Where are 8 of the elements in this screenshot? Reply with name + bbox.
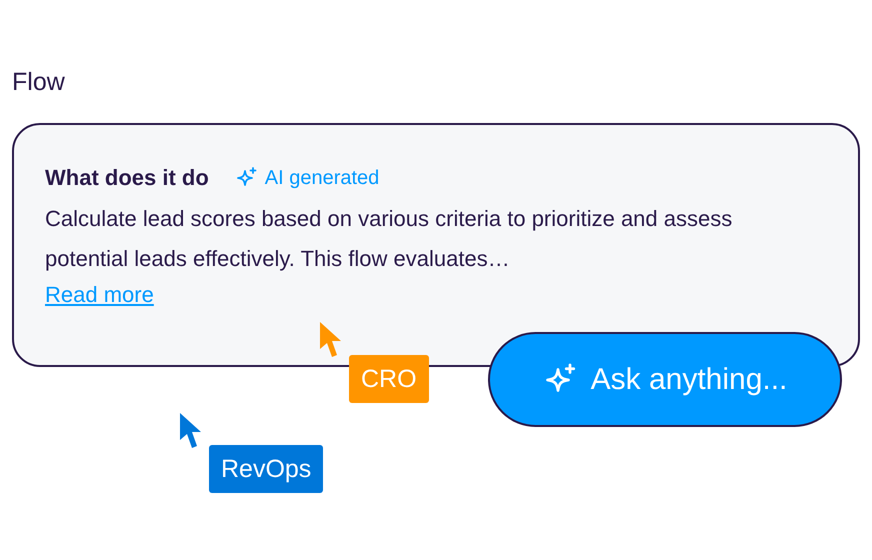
description-text: Calculate lead scores based on various criteria to prioritize and assess potential leads effectively. This flow evaluates…	[45, 205, 734, 273]
user-tag: RevOps	[209, 445, 324, 493]
user-tag: CRO	[349, 355, 429, 403]
badge-text: AI generated	[264, 166, 380, 190]
section-label: Flow	[12, 68, 66, 97]
ask-button[interactable]: Ask anything...	[488, 332, 842, 427]
read-more-link[interactable]: Read more	[45, 279, 154, 311]
card-title: What does it do	[45, 165, 209, 191]
